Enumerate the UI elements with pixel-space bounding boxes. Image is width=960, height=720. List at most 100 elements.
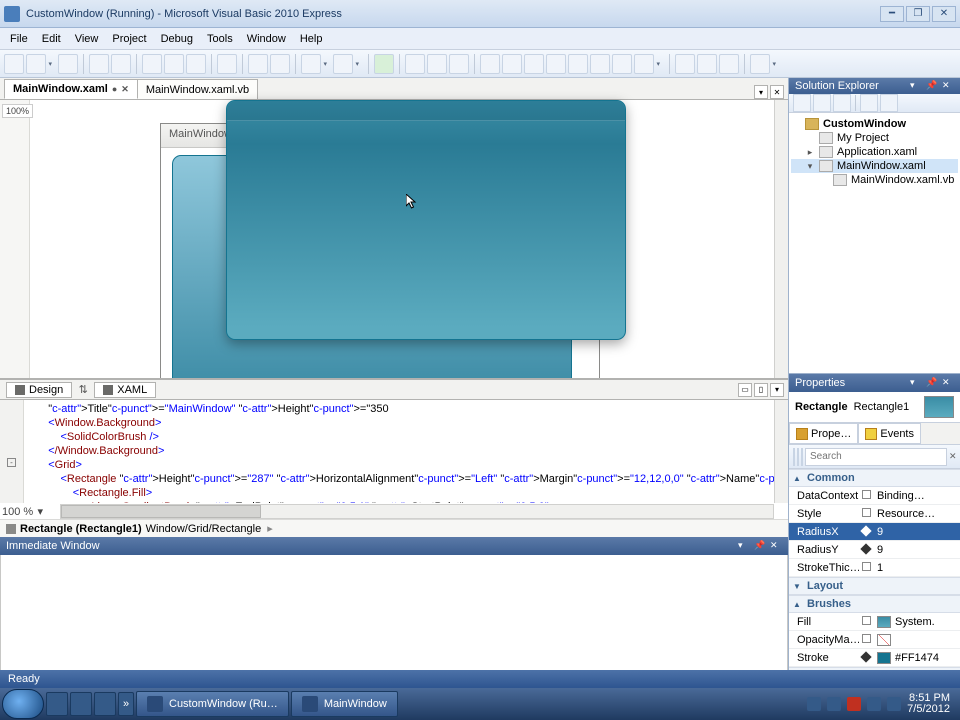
panel-dropdown-button[interactable]: ▾ [738, 540, 750, 552]
panel-close-button[interactable]: ✕ [942, 377, 954, 389]
split-vertical-button[interactable]: ▯ [754, 383, 768, 397]
toolbar-options-button[interactable] [750, 54, 770, 74]
solution-explorer-header[interactable]: Solution Explorer ▾ 📌 ✕ [789, 78, 960, 94]
panel-close-button[interactable]: ✕ [770, 540, 782, 552]
paste-button[interactable] [186, 54, 206, 74]
xaml-view-tab[interactable]: XAML [94, 382, 156, 398]
toolbox-button[interactable] [524, 54, 544, 74]
cut-button[interactable] [142, 54, 162, 74]
editor-hscrollbar[interactable] [60, 504, 774, 519]
view-designer-button[interactable] [880, 94, 898, 112]
taskbar-explorer-icon[interactable] [46, 692, 68, 716]
task-list-button[interactable] [612, 54, 632, 74]
tree-project-node[interactable]: CustomWindow [791, 117, 958, 131]
other-windows-button[interactable] [634, 54, 654, 74]
properties-search-input[interactable] [805, 448, 947, 466]
output-window-button[interactable] [590, 54, 610, 74]
save-button[interactable] [89, 54, 109, 74]
menu-debug[interactable]: Debug [155, 31, 199, 47]
tree-appxaml-node[interactable]: ▸Application.xaml [791, 145, 958, 159]
editor-content[interactable]: "c-attr">Title"c-punct">="MainWindow" "c… [36, 402, 774, 503]
swap-panes-button[interactable]: ⇅ [76, 383, 90, 397]
menu-tools[interactable]: Tools [201, 31, 239, 47]
outline-toggle-icon[interactable]: - [7, 458, 16, 467]
tray-up-icon[interactable] [807, 697, 821, 711]
menu-file[interactable]: File [4, 31, 34, 47]
prop-row-radiusy[interactable]: RadiusY9 [789, 541, 960, 559]
running-app-window[interactable] [226, 100, 626, 340]
system-tray[interactable]: 8:51 PM 7/5/2012 [807, 693, 958, 715]
comment-button[interactable] [248, 54, 268, 74]
tree-codebehind-node[interactable]: MainWindow.xaml.vb [791, 173, 958, 187]
editor-hscroll-thumb[interactable] [61, 505, 261, 518]
tab-close-icon[interactable]: ✕ [121, 84, 129, 95]
tray-flag-icon[interactable] [827, 697, 841, 711]
immediate-window-header[interactable]: Immediate Window ▾ 📌 ✕ [0, 537, 788, 555]
tabs-close-active-button[interactable]: ✕ [770, 85, 784, 99]
prop-category-brushes[interactable]: ▲Brushes [789, 595, 960, 613]
copy-button[interactable] [164, 54, 184, 74]
properties-header[interactable]: Properties ▾ 📌 ✕ [789, 374, 960, 392]
minimize-button[interactable]: ━ [880, 6, 904, 22]
panel-close-button[interactable]: ✕ [942, 80, 954, 92]
taskbar-app-vs[interactable]: CustomWindow (Ru… [136, 691, 289, 717]
running-app-titlebar[interactable] [227, 101, 625, 121]
menu-window[interactable]: Window [241, 31, 292, 47]
properties-tab-events[interactable]: Events [858, 423, 921, 444]
panel-dropdown-button[interactable]: ▾ [910, 377, 922, 389]
taskbar-clock[interactable]: 8:51 PM 7/5/2012 [907, 693, 950, 715]
menu-edit[interactable]: Edit [36, 31, 67, 47]
editor-vscrollbar[interactable] [774, 400, 788, 503]
breadcrumb-chevron-icon[interactable]: ▸ [267, 522, 273, 535]
prop-category-layout[interactable]: ▼Layout [789, 577, 960, 595]
tray-volume-icon[interactable] [887, 697, 901, 711]
editor-zoom-control[interactable]: 100 %▾ [2, 504, 45, 519]
tabs-dropdown-button[interactable]: ▾ [754, 85, 768, 99]
xaml-breadcrumb[interactable]: Rectangle (Rectangle1) Window/Grid/Recta… [0, 519, 788, 537]
split-horizontal-button[interactable]: ▭ [738, 383, 752, 397]
design-view-tab[interactable]: Design [6, 382, 72, 398]
step-out-button[interactable] [449, 54, 469, 74]
tab-mainwindow-xaml[interactable]: MainWindow.xaml ● ✕ [4, 79, 138, 99]
uncomment-button[interactable] [270, 54, 290, 74]
sort-alpha-button[interactable] [797, 448, 799, 466]
undo-button[interactable] [301, 54, 321, 74]
prop-category-common[interactable]: ▲Common [789, 469, 960, 487]
taskbar-app-mainwindow[interactable]: MainWindow [291, 691, 398, 717]
tab-mainwindow-xaml-vb[interactable]: MainWindow.xaml.vb [137, 79, 258, 99]
tray-gpu-icon[interactable] [847, 697, 861, 711]
properties-button[interactable] [793, 94, 811, 112]
taskbar-app-icon[interactable] [70, 692, 92, 716]
designer-vscrollbar[interactable] [774, 100, 788, 378]
taskbar-chevron-icon[interactable]: » [118, 692, 134, 716]
xaml-editor[interactable]: - "c-attr">Title"c-punct">="MainWindow" … [0, 399, 788, 519]
menu-help[interactable]: Help [294, 31, 329, 47]
properties-grid[interactable]: ▲Common DataContextBinding… StyleResourc… [789, 469, 960, 685]
designer-zoom-label[interactable]: 100% [2, 104, 33, 118]
step-into-button[interactable] [405, 54, 425, 74]
start-button[interactable] [2, 689, 44, 719]
prop-row-radiusx[interactable]: RadiusX9 [789, 523, 960, 541]
add-item-button[interactable] [26, 54, 46, 74]
save-all-button[interactable] [111, 54, 131, 74]
step-over-button[interactable] [427, 54, 447, 74]
prop-row-opacitymask[interactable]: OpacityMa… [789, 631, 960, 649]
menu-project[interactable]: Project [106, 31, 152, 47]
error-list-button[interactable] [546, 54, 566, 74]
maximize-button[interactable]: ❐ [906, 6, 930, 22]
panel-pin-button[interactable]: 📌 [754, 540, 766, 552]
extension-manager-button[interactable] [675, 54, 695, 74]
tb-misc2-button[interactable] [719, 54, 739, 74]
prop-row-style[interactable]: StyleResource… [789, 505, 960, 523]
redo-button[interactable] [333, 54, 353, 74]
immediate-window-body[interactable] [0, 555, 788, 671]
show-all-files-button[interactable] [813, 94, 831, 112]
prop-row-datacontext[interactable]: DataContextBinding… [789, 487, 960, 505]
taskbar-ie-icon[interactable] [94, 692, 116, 716]
tb-misc1-button[interactable] [697, 54, 717, 74]
close-button[interactable]: ✕ [932, 6, 956, 22]
tree-mainwindow-node[interactable]: ▾MainWindow.xaml [791, 159, 958, 173]
panel-pin-button[interactable]: 📌 [926, 377, 938, 389]
immediate-window-button[interactable] [568, 54, 588, 74]
solution-tree[interactable]: CustomWindow My Project ▸Application.xam… [789, 113, 960, 373]
